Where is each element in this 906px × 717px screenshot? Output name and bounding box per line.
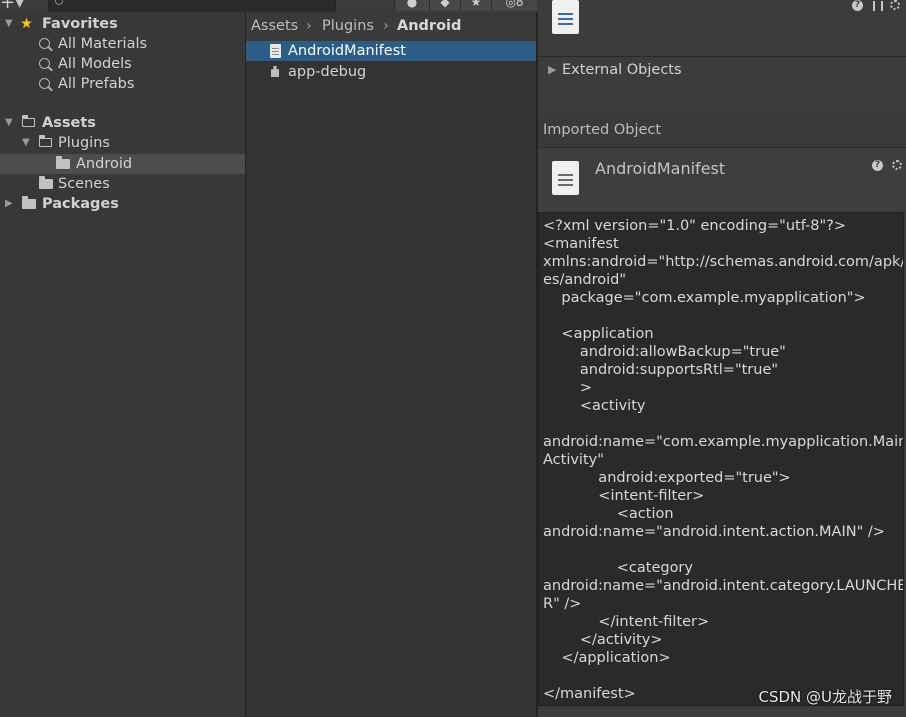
breadcrumb-plugins[interactable]: Plugins: [322, 18, 374, 34]
chevron-right-icon: ›: [383, 18, 389, 34]
code-line: es/android": [543, 272, 627, 288]
expand-arrow-icon[interactable]: ▼: [5, 14, 13, 34]
help-icon[interactable]: ?: [872, 160, 883, 171]
asset-header: AndroidManifest ?: [538, 148, 906, 213]
file-name: AndroidManifest: [288, 43, 406, 59]
inspector-panel: ? ▶ External Objects Imported Object And…: [538, 0, 906, 717]
search-icon: [39, 58, 50, 69]
external-objects-foldout[interactable]: External Objects: [562, 62, 682, 78]
help-icon[interactable]: ?: [852, 0, 863, 11]
folder-icon: [39, 176, 53, 189]
breadcrumb-android[interactable]: Android: [397, 18, 461, 34]
package-icon: [271, 66, 279, 77]
file-list-panel: Assets › Plugins › Android AndroidManife…: [246, 12, 538, 717]
assets-label: Assets: [42, 115, 96, 131]
folder-open-icon: [38, 134, 52, 147]
eye-slash-icon: ◎: [505, 0, 516, 9]
tree-item-all-materials[interactable]: All Materials: [0, 34, 245, 54]
text-asset-preview: <?xml version="1.0" encoding="utf-8"?> <m…: [538, 212, 904, 706]
tree-item-plugins[interactable]: ▼ Plugins: [0, 133, 245, 153]
code-line: </activity>: [543, 632, 663, 648]
plugins-label: Plugins: [58, 135, 110, 151]
code-line: <category: [543, 560, 693, 576]
tree-item-all-models[interactable]: All Models: [0, 54, 245, 74]
sliders-icon[interactable]: [873, 1, 883, 11]
android-label: Android: [76, 156, 133, 172]
packages-label: Packages: [42, 196, 119, 212]
document-icon: [552, 161, 579, 195]
watermark: CSDN @U龙战于野: [758, 688, 892, 706]
code-line: Activity": [543, 452, 604, 468]
code-line: android:exported="true">: [543, 470, 791, 486]
search-icon: [55, 0, 63, 5]
code-line: </application>: [543, 650, 671, 666]
code-line: <manifest: [543, 236, 619, 252]
scenes-label: Scenes: [58, 176, 110, 192]
file-item-androidmanifest[interactable]: AndroidManifest: [246, 41, 536, 61]
expand-arrow-icon[interactable]: ▼: [22, 133, 30, 153]
search-icon: [39, 38, 50, 49]
expand-arrow-icon[interactable]: ▶: [548, 63, 556, 76]
tree-item-all-prefabs[interactable]: All Prefabs: [0, 74, 245, 94]
tree-item-assets[interactable]: ▼ Assets: [0, 113, 245, 133]
code-line: android:name="android.intent.action.MAIN…: [543, 524, 885, 540]
breadcrumb-assets[interactable]: Assets: [251, 18, 298, 34]
star-icon: ★: [20, 16, 33, 32]
external-objects-section: ▶ External Objects: [538, 56, 906, 116]
gear-icon[interactable]: [890, 0, 900, 10]
document-icon: [270, 44, 281, 58]
code-line: <activity: [543, 398, 646, 414]
tree-item-label: All Prefabs: [58, 76, 135, 92]
code-line: >: [543, 380, 593, 396]
favorite-star-icon[interactable]: ★: [460, 0, 491, 11]
project-tree: ▼ ★ Favorites All Materials All Models A…: [0, 12, 246, 717]
collapse-arrow-icon[interactable]: ▶: [5, 194, 13, 214]
code-line: android:name="android.intent.category.LA…: [543, 578, 904, 594]
tree-item-packages[interactable]: ▶ Packages: [0, 194, 245, 214]
type-filter-icon[interactable]: ●: [394, 0, 429, 11]
chevron-right-icon: ›: [306, 18, 312, 34]
code-line: android:allowBackup="true": [543, 344, 786, 360]
tree-item-android[interactable]: Android: [0, 154, 245, 174]
folder-icon: [22, 196, 36, 209]
label-filter-icon[interactable]: ◆: [429, 0, 460, 11]
document-icon: [552, 0, 579, 34]
gear-icon[interactable]: [892, 160, 902, 170]
tree-item-scenes[interactable]: Scenes: [0, 174, 245, 194]
folder-icon: [56, 156, 70, 169]
hidden-count: 8: [515, 0, 524, 9]
code-line: <application: [543, 326, 654, 342]
code-line: xmlns:android="http://schemas.android.co…: [543, 254, 904, 270]
tree-item-favorites[interactable]: ▼ ★ Favorites: [0, 14, 245, 34]
asset-title: AndroidManifest: [595, 159, 726, 178]
code-line: android:supportsRtl="true": [543, 362, 779, 378]
folder-open-icon: [21, 114, 35, 127]
favorites-label: Favorites: [42, 16, 118, 32]
file-item-app-debug[interactable]: app-debug: [246, 62, 536, 82]
expand-arrow-icon[interactable]: ▼: [5, 113, 13, 133]
code-line: package="com.example.myapplication">: [543, 290, 866, 306]
add-button[interactable]: +▾: [0, 0, 40, 12]
code-line: <intent-filter>: [543, 488, 705, 504]
code-line: <?xml version="1.0" encoding="utf-8"?>: [543, 218, 847, 234]
breadcrumb: Assets › Plugins › Android: [246, 12, 536, 43]
code-line: R" />: [543, 596, 582, 612]
file-name: app-debug: [288, 64, 367, 80]
search-icon: [39, 78, 50, 89]
code-line: </intent-filter>: [543, 614, 710, 630]
imported-object-label: Imported Object: [543, 122, 662, 138]
code-line: <action: [543, 506, 674, 522]
hidden-packages-button[interactable]: ◎8: [491, 0, 537, 11]
tree-item-label: All Models: [58, 56, 132, 72]
imported-object-header: Imported Object: [538, 115, 906, 148]
code-line: android:name="com.example.myapplication.…: [543, 434, 904, 450]
tree-item-label: All Materials: [58, 36, 148, 52]
